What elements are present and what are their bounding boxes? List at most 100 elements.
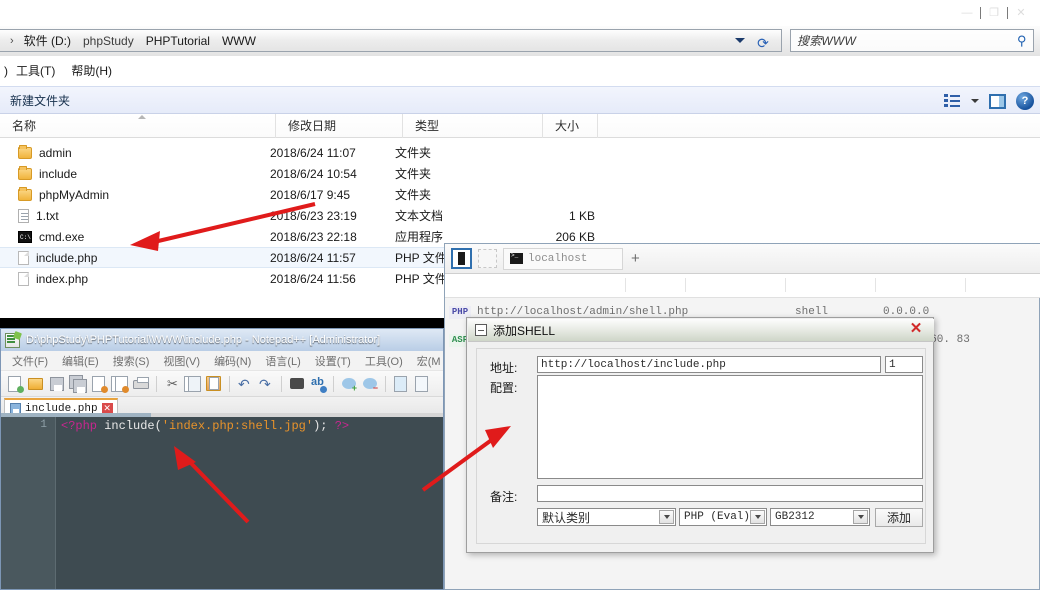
open-file-icon[interactable] bbox=[27, 375, 45, 393]
close-file-icon[interactable] bbox=[90, 375, 108, 393]
add-button[interactable]: 添加 bbox=[875, 508, 923, 527]
column-label: 大小 bbox=[555, 119, 580, 133]
chevron-down-icon[interactable] bbox=[853, 510, 868, 524]
table-row[interactable]: admin 2018/6/24 11:07 文件夹 bbox=[0, 142, 1040, 163]
find-icon[interactable] bbox=[288, 375, 306, 393]
explorer-menu-bar: ) 工具(T) 帮助(H) bbox=[0, 56, 1040, 86]
address-input[interactable]: http://localhost/include.php bbox=[537, 356, 881, 373]
column-header-name[interactable]: 名称 bbox=[0, 113, 276, 138]
close-icon[interactable]: ✕ bbox=[908, 321, 924, 337]
menu-item-file[interactable]: 文件(F) bbox=[5, 353, 55, 369]
menu-item-tools[interactable]: 工具(O) bbox=[358, 353, 410, 369]
copy-icon[interactable] bbox=[184, 375, 202, 393]
encoding-select[interactable]: GB2312 bbox=[770, 508, 870, 526]
chevron-down-icon[interactable] bbox=[735, 38, 745, 43]
list-view-icon[interactable] bbox=[944, 94, 961, 108]
php-file-icon bbox=[18, 271, 29, 286]
word-wrap-icon[interactable] bbox=[413, 375, 431, 393]
chevron-down-icon[interactable] bbox=[659, 510, 674, 524]
sync-scroll-icon[interactable] bbox=[392, 375, 410, 393]
file-name: index.php bbox=[36, 271, 89, 286]
save-all-icon[interactable] bbox=[69, 374, 87, 393]
table-row[interactable]: 1.txt 2018/6/23 23:19 文本文档 1 KB bbox=[0, 205, 1040, 226]
command-bar-right: ? bbox=[944, 87, 1034, 115]
menu-item-encoding[interactable]: 编码(N) bbox=[207, 353, 258, 369]
zoom-in-icon[interactable]: + bbox=[340, 375, 358, 393]
address-index-input[interactable]: 1 bbox=[885, 356, 923, 373]
placeholder-button[interactable] bbox=[478, 249, 497, 268]
toolbar-divider bbox=[385, 375, 386, 392]
chevron-down-icon[interactable] bbox=[750, 510, 765, 524]
file-type: 文件夹 bbox=[395, 146, 432, 160]
chevron-down-icon[interactable] bbox=[971, 99, 979, 103]
breadcrumb-item-2[interactable]: PHPTutorial bbox=[140, 32, 216, 50]
help-icon[interactable]: ? bbox=[1016, 92, 1034, 110]
add-tab-button[interactable]: + bbox=[629, 250, 640, 267]
save-icon[interactable] bbox=[48, 375, 66, 393]
menu-item-help[interactable]: 帮助(H) bbox=[63, 58, 120, 83]
new-file-icon[interactable] bbox=[6, 375, 24, 393]
menu-item-edit[interactable]: 编辑(E) bbox=[55, 353, 106, 369]
php-close-tag: ?> bbox=[334, 419, 350, 433]
tab-localhost[interactable]: localhost bbox=[503, 247, 623, 270]
horizontal-scrollbar[interactable] bbox=[1, 413, 443, 417]
minimize-icon[interactable]: — bbox=[954, 5, 980, 21]
menu-item-tools[interactable]: 工具(T) bbox=[8, 58, 63, 83]
table-row[interactable]: include 2018/6/24 10:54 文件夹 bbox=[0, 163, 1040, 184]
maximize-icon[interactable]: ❐ bbox=[981, 5, 1007, 21]
config-textarea[interactable] bbox=[537, 375, 923, 479]
notepad-title-bar[interactable]: D:\phpStudy\PHPTutorial\WWW\include.php … bbox=[1, 329, 443, 351]
breadcrumb-item-3[interactable]: WWW bbox=[216, 32, 262, 50]
search-box[interactable]: 搜索WWW ⚲ bbox=[790, 29, 1034, 52]
grid-toggle-icon[interactable] bbox=[451, 248, 472, 269]
preview-pane-icon[interactable] bbox=[989, 93, 1006, 109]
cut-icon[interactable]: ✂ bbox=[163, 375, 181, 393]
file-date: 2018/6/23 22:18 bbox=[270, 229, 357, 244]
close-icon[interactable]: ✕ bbox=[1008, 5, 1034, 21]
type-select[interactable]: PHP (Eval) bbox=[679, 508, 767, 526]
sort-ascending-icon bbox=[137, 114, 146, 119]
menu-item-settings[interactable]: 设置(T) bbox=[308, 353, 358, 369]
file-name: include bbox=[39, 166, 78, 181]
column-header-type[interactable]: 类型 bbox=[403, 113, 543, 138]
column-header-date[interactable]: 修改日期 bbox=[276, 113, 403, 138]
code-editor[interactable]: 1 <?php include('index.php:shell.jpg'); … bbox=[1, 413, 443, 589]
undo-icon[interactable]: ↶ bbox=[236, 375, 254, 393]
table-row[interactable]: phpMyAdmin 2018/6/17 9:45 文件夹 bbox=[0, 184, 1040, 205]
file-date: 2018/6/24 10:54 bbox=[270, 166, 357, 181]
file-name: admin bbox=[39, 145, 72, 160]
print-icon[interactable] bbox=[132, 375, 150, 393]
paste-icon[interactable] bbox=[205, 375, 223, 393]
php-open-tag: <?php bbox=[61, 419, 98, 433]
category-select[interactable]: 默认类别 bbox=[537, 508, 676, 526]
refresh-icon[interactable]: ⟳ bbox=[753, 34, 773, 51]
dialog-title-bar[interactable]: 添加SHELL bbox=[468, 319, 934, 342]
console-icon bbox=[510, 252, 523, 264]
replace-icon[interactable]: ab bbox=[309, 375, 327, 393]
notepad-plus-plus-icon bbox=[5, 332, 20, 348]
close-all-icon[interactable] bbox=[111, 375, 129, 393]
menu-item-language[interactable]: 语言(L) bbox=[258, 353, 307, 369]
file-name-cell: include.php bbox=[0, 250, 270, 265]
breadcrumb-item-0[interactable]: 软件 (D:) bbox=[18, 30, 77, 51]
notepad-title: D:\phpStudy\PHPTutorial\WWW\include.php … bbox=[26, 334, 381, 346]
search-input[interactable]: 搜索WWW bbox=[797, 32, 1017, 49]
file-date: 2018/6/24 11:56 bbox=[270, 271, 356, 286]
dialog-title: 添加SHELL bbox=[493, 323, 556, 338]
menu-item-search[interactable]: 搜索(S) bbox=[106, 353, 157, 369]
window-controls: — ❐ ✕ bbox=[954, 5, 1034, 21]
breadcrumb-item-1[interactable]: phpStudy bbox=[77, 32, 140, 50]
column-header-size[interactable]: 大小 bbox=[543, 113, 598, 138]
note-input[interactable] bbox=[537, 485, 923, 502]
menu-item-view[interactable]: 视图(V) bbox=[156, 353, 207, 369]
new-folder-button[interactable]: 新建文件夹 bbox=[0, 92, 70, 109]
window-restore-icon[interactable] bbox=[475, 324, 487, 336]
address-bar[interactable]: › 软件 (D:) phpStudy PHPTutorial WWW ⟳ bbox=[0, 29, 782, 52]
menu-item-macro[interactable]: 宏(M bbox=[410, 353, 443, 369]
breadcrumb-separator: › bbox=[10, 34, 14, 47]
toolbar-divider bbox=[156, 375, 157, 392]
zoom-out-icon[interactable]: − bbox=[361, 375, 379, 393]
line-number-gutter: 1 bbox=[1, 417, 56, 589]
redo-icon[interactable]: ↷ bbox=[257, 375, 275, 393]
file-date: 2018/6/24 11:57 bbox=[270, 250, 356, 265]
